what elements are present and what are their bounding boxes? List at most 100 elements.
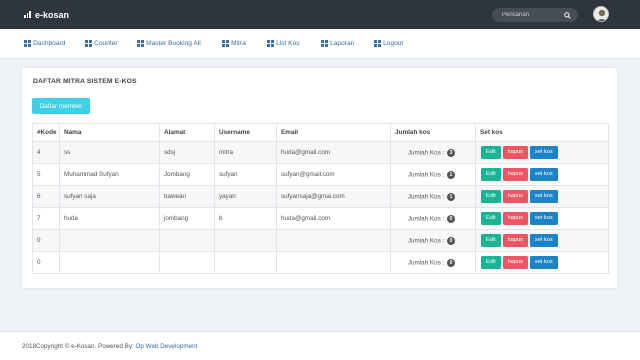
table-header-row: #Kode Nama Alamat Username Email Jumlah … — [32, 123, 609, 142]
cell-nama — [59, 229, 160, 252]
column-header-jumlah-kos[interactable]: Jumlah kos — [390, 123, 476, 142]
jumlah-kos-label: Jumlah Kos : — [407, 237, 445, 245]
set-kos-button[interactable]: set kos — [529, 212, 558, 225]
set-kos-button[interactable]: set kos — [529, 190, 558, 203]
cell-alamat: sdsj — [159, 141, 215, 164]
edit-button[interactable]: Edit — [481, 256, 501, 269]
cell-nama: sufyan saja — [59, 185, 160, 208]
grid-icon — [374, 40, 381, 47]
cell-alamat: jombang — [159, 207, 215, 230]
nav-label: Logout — [383, 40, 404, 47]
hapus-button[interactable]: hapus — [502, 146, 528, 159]
table-row: 4 ss sdsj mitra huda@gmail.com Jumlah Kos : 3… — [32, 141, 609, 164]
cell-actions: Edit hapus set kos — [475, 163, 609, 186]
set-kos-button[interactable]: set kos — [529, 256, 558, 269]
nav-item-master-booking[interactable]: Master Booking All — [137, 40, 201, 47]
nav-label: Dashboard — [33, 40, 66, 47]
footer: 2018Copyright © e-Kosan. Powered By: Op … — [0, 331, 640, 360]
cell-actions: Edit hapus set kos — [475, 185, 609, 208]
nav-item-counter[interactable]: Counter — [85, 40, 118, 47]
cell-jumlah-kos: Jumlah Kos : 1 — [390, 163, 476, 186]
cell-kode: 0 — [32, 251, 60, 274]
top-bar: e-kosan — [0, 0, 640, 29]
nav-item-mitra[interactable]: Mitra — [222, 40, 246, 47]
nav-label: Laporan — [330, 40, 355, 47]
cell-jumlah-kos: Jumlah Kos : 0 — [390, 229, 476, 252]
jumlah-kos-label: Jumlah Kos : — [407, 149, 445, 157]
cell-alamat: Jombang — [159, 163, 215, 186]
cell-nama: huda — [59, 207, 160, 230]
grid-icon — [137, 40, 144, 47]
set-kos-button[interactable]: set kos — [529, 146, 558, 159]
edit-button[interactable]: Edit — [481, 146, 501, 159]
grid-icon — [267, 40, 274, 47]
cell-nama: Muhammad Sufyan — [59, 163, 160, 186]
nav-item-logout[interactable]: Logout — [374, 40, 403, 47]
cell-alamat — [159, 251, 215, 274]
cell-kode: 6 — [32, 185, 60, 208]
kos-count-badge: 0 — [447, 258, 455, 267]
column-header-username[interactable]: Username — [214, 123, 277, 142]
cell-nama — [59, 251, 160, 274]
hapus-button[interactable]: hapus — [502, 234, 528, 247]
nav-item-dashboard[interactable]: Dashboard — [24, 40, 65, 47]
set-kos-button[interactable]: set kos — [529, 168, 558, 181]
edit-button[interactable]: Edit — [481, 190, 501, 203]
cell-username — [214, 251, 277, 274]
kos-count-badge: 0 — [447, 214, 455, 223]
set-kos-button[interactable]: set kos — [529, 234, 558, 247]
grid-icon — [85, 40, 92, 47]
column-header-set-kos[interactable]: Set kos — [475, 123, 609, 142]
search-box[interactable] — [492, 8, 578, 22]
cell-jumlah-kos: Jumlah Kos : 0 — [390, 207, 476, 230]
nav-label: Mitra — [231, 40, 246, 47]
cell-actions: Edit hapus set kos — [475, 207, 609, 230]
cell-nama: ss — [59, 141, 160, 164]
table-row: 0 Jumlah Kos : 0 Edit hapus set kos — [32, 229, 609, 252]
cell-actions: Edit hapus set kos — [475, 229, 609, 252]
search-icon[interactable] — [564, 11, 571, 19]
nav-item-list-kos[interactable]: List Kos — [267, 40, 300, 47]
mitra-card: DAFTAR MITRA SISTEM E-KOS Daftar member … — [22, 68, 617, 288]
hapus-button[interactable]: hapus — [502, 168, 528, 181]
copyright-label: 2018Copyright © e-Kosan. Powered By: — [22, 343, 136, 350]
hapus-button[interactable]: hapus — [502, 212, 528, 225]
search-input[interactable] — [502, 12, 564, 18]
cell-email — [276, 251, 391, 274]
grid-icon — [321, 40, 328, 47]
page-title: DAFTAR MITRA SISTEM E-KOS — [33, 78, 137, 85]
cell-username — [214, 229, 277, 252]
column-header-email[interactable]: Email — [276, 123, 391, 142]
daftar-member-button[interactable]: Daftar member — [32, 98, 90, 114]
jumlah-kos-label: Jumlah Kos : — [407, 171, 445, 179]
table-row: 5 Muhammad Sufyan Jombang sufyan sufyan@gmai… — [32, 163, 609, 186]
cell-email: huda@gmail.com — [276, 141, 391, 164]
brand-logo[interactable]: e-kosan — [24, 10, 69, 20]
grid-icon — [24, 40, 31, 47]
kos-count-badge: 1 — [447, 170, 455, 179]
cell-kode: 5 — [32, 163, 60, 186]
mitra-table: #Kode Nama Alamat Username Email Jumlah … — [32, 123, 609, 274]
edit-button[interactable]: Edit — [481, 168, 501, 181]
nav-item-laporan[interactable]: Laporan — [321, 40, 354, 47]
cell-username: b — [214, 207, 277, 230]
cell-actions: Edit hapus set kos — [475, 251, 609, 274]
user-avatar[interactable] — [593, 6, 609, 22]
nav-label: List Kos — [276, 40, 300, 47]
nav-label: Master Booking All — [146, 40, 201, 47]
edit-button[interactable]: Edit — [481, 234, 501, 247]
cell-username: yayan — [214, 185, 277, 208]
table-row: 0 Jumlah Kos : 0 Edit hapus set kos — [32, 251, 609, 274]
cell-username: mitra — [214, 141, 277, 164]
hapus-button[interactable]: hapus — [502, 190, 528, 203]
grid-icon — [222, 40, 229, 47]
column-header-alamat[interactable]: Alamat — [159, 123, 215, 142]
edit-button[interactable]: Edit — [481, 212, 501, 225]
table-row: 6 sufyan saja bawean yayan sufyansaja@gmai.c… — [32, 185, 609, 208]
column-header-nama[interactable]: Nama — [59, 123, 160, 142]
hapus-button[interactable]: hapus — [502, 256, 528, 269]
powered-by-link[interactable]: Op Web Development — [136, 343, 198, 350]
column-header-kode[interactable]: #Kode — [32, 123, 60, 142]
kos-count-badge: 1 — [447, 192, 455, 201]
main-nav: Dashboard Counter Master Booking All Mit… — [0, 29, 640, 59]
